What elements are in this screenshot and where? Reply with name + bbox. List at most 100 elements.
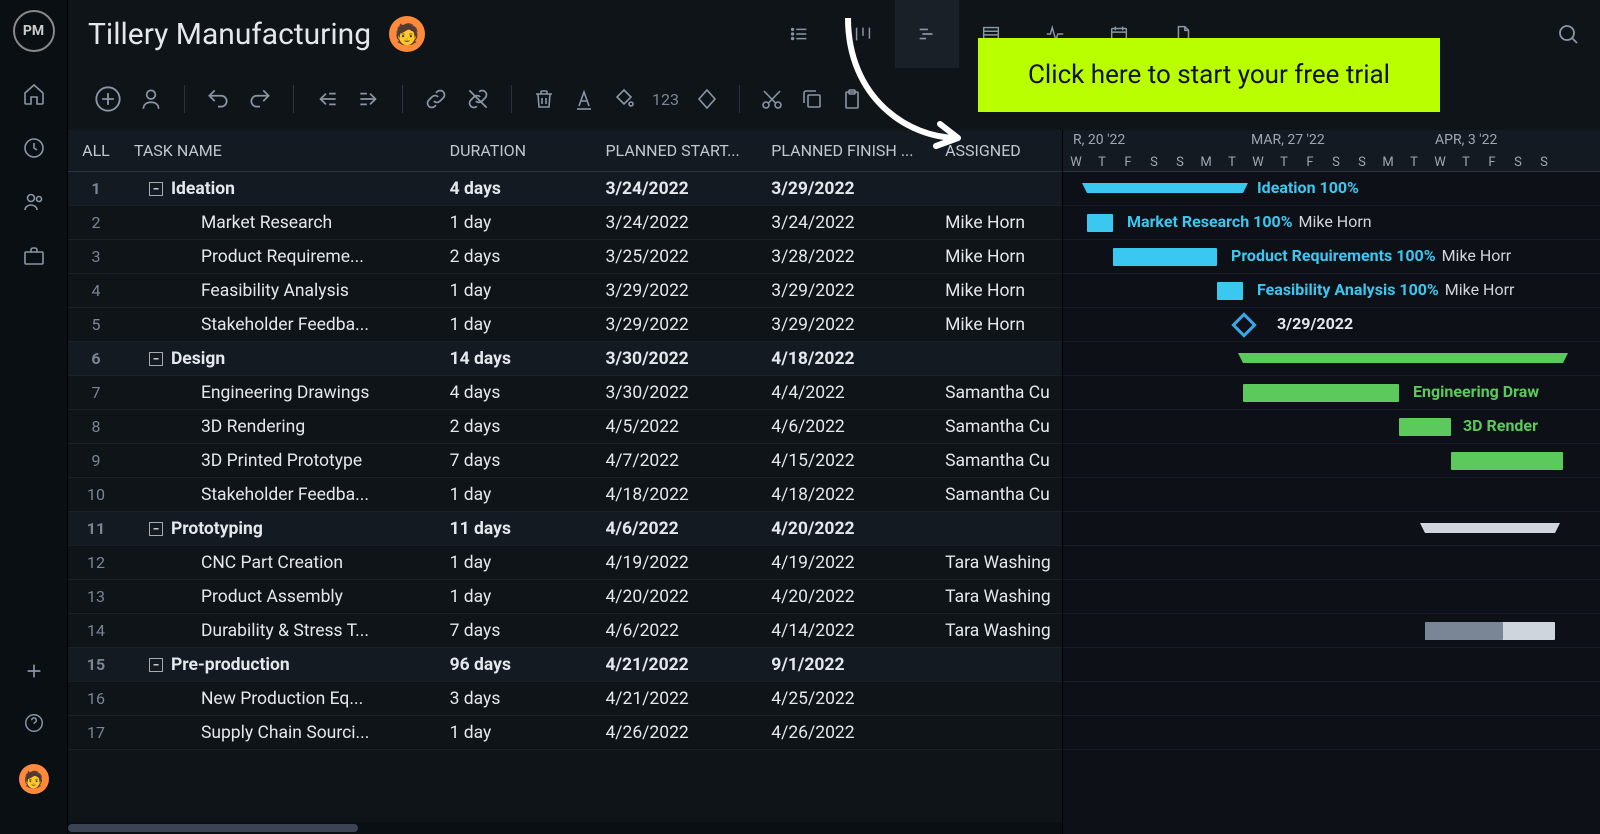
text-color-icon[interactable] (572, 87, 596, 111)
delete-icon[interactable] (532, 87, 556, 111)
table-row[interactable]: 7Engineering Drawings4 days3/30/20224/4/… (68, 376, 1062, 410)
collapse-toggle[interactable]: − (149, 182, 163, 196)
cell-finish: 9/1/2022 (771, 655, 945, 675)
add-icon[interactable] (23, 660, 45, 682)
gantt-timeline-header: R, 20 '22MAR, 27 '22APR, 3 '22 WTFSSMTWT… (1063, 130, 1600, 172)
redo-icon[interactable] (247, 86, 273, 112)
gantt-row[interactable]: 3D Render (1063, 410, 1600, 444)
col-all[interactable]: ALL (68, 141, 124, 160)
cell-start: 4/6/2022 (605, 621, 771, 641)
horizontal-scrollbar[interactable] (68, 822, 1062, 834)
col-planned-start[interactable]: PLANNED START... (605, 141, 771, 160)
fill-color-icon[interactable] (612, 87, 636, 111)
table-row[interactable]: 17Supply Chain Sourci...1 day4/26/20224/… (68, 716, 1062, 750)
gantt-task-bar[interactable] (1399, 418, 1451, 436)
clock-icon[interactable] (22, 136, 46, 160)
cell-assigned: Samantha Cu (945, 383, 1062, 403)
view-board-icon[interactable] (831, 0, 895, 68)
cut-icon[interactable] (760, 87, 784, 111)
assign-icon[interactable] (138, 86, 164, 112)
indent-icon[interactable] (356, 86, 382, 112)
table-row[interactable]: 15−Pre-production96 days4/21/20229/1/202… (68, 648, 1062, 682)
gantt-row[interactable] (1063, 716, 1600, 750)
gantt-row[interactable] (1063, 614, 1600, 648)
gantt-row[interactable]: Product Requirements 100%Mike Horr (1063, 240, 1600, 274)
gantt-row[interactable]: Ideation 100% (1063, 172, 1600, 206)
milestone-icon[interactable] (695, 87, 719, 111)
gantt-summary-bar[interactable] (1243, 353, 1563, 363)
gantt-row[interactable] (1063, 478, 1600, 512)
team-icon[interactable] (22, 190, 46, 214)
cell-duration: 11 days (450, 519, 606, 539)
collapse-toggle[interactable]: − (149, 522, 163, 536)
table-row[interactable]: 4Feasibility Analysis1 day3/29/20223/29/… (68, 274, 1062, 308)
table-row[interactable]: 5Stakeholder Feedba...1 day3/29/20223/29… (68, 308, 1062, 342)
col-task-name[interactable]: TASK NAME (124, 141, 450, 160)
table-row[interactable]: 6−Design14 days3/30/20224/18/2022 (68, 342, 1062, 376)
unlink-icon[interactable] (465, 86, 491, 112)
cell-assigned: Samantha Cu (945, 485, 1062, 505)
gantt-row[interactable] (1063, 512, 1600, 546)
collapse-toggle[interactable]: − (149, 658, 163, 672)
free-trial-cta[interactable]: Click here to start your free trial (978, 38, 1440, 112)
gantt-row[interactable] (1063, 342, 1600, 376)
gantt-bar-label: Engineering Draw (1413, 382, 1539, 401)
gantt-row[interactable] (1063, 682, 1600, 716)
gantt-row[interactable]: Market Research 100%Mike Horn (1063, 206, 1600, 240)
gantt-milestone[interactable] (1231, 312, 1256, 337)
search-icon[interactable] (1556, 22, 1580, 46)
gantt-row[interactable] (1063, 648, 1600, 682)
gantt-chart[interactable]: R, 20 '22MAR, 27 '22APR, 3 '22 WTFSSMTWT… (1063, 130, 1600, 834)
paste-icon[interactable] (840, 87, 864, 111)
table-row[interactable]: 2Market Research1 day3/24/20223/24/2022M… (68, 206, 1062, 240)
table-row[interactable]: 16New Production Eq...3 days4/21/20224/2… (68, 682, 1062, 716)
help-icon[interactable] (23, 712, 45, 734)
gantt-task-bar[interactable] (1243, 384, 1399, 402)
cell-start: 4/6/2022 (605, 519, 771, 539)
view-list-icon[interactable] (767, 0, 831, 68)
gantt-task-bar[interactable] (1087, 214, 1113, 232)
table-row[interactable]: 10Stakeholder Feedba...1 day4/18/20224/1… (68, 478, 1062, 512)
table-row[interactable]: 3Product Requireme...2 days3/25/20223/28… (68, 240, 1062, 274)
view-gantt-icon[interactable] (895, 0, 959, 68)
col-assigned[interactable]: ASSIGNED (945, 141, 1062, 160)
task-name: Design (171, 349, 225, 369)
gantt-task-bar[interactable] (1217, 282, 1243, 300)
row-number: 10 (68, 485, 124, 504)
gantt-bar-assignee: Mike Horr (1445, 280, 1515, 299)
gantt-summary-bar[interactable] (1425, 523, 1555, 533)
briefcase-icon[interactable] (22, 244, 46, 268)
col-planned-finish[interactable]: PLANNED FINISH ... (771, 141, 945, 160)
user-avatar-small[interactable]: 🧑 (19, 764, 49, 794)
task-name: Stakeholder Feedba... (201, 315, 369, 335)
gantt-row[interactable] (1063, 444, 1600, 478)
undo-icon[interactable] (205, 86, 231, 112)
gantt-row[interactable]: Feasibility Analysis 100%Mike Horr (1063, 274, 1600, 308)
gantt-row[interactable] (1063, 546, 1600, 580)
copy-icon[interactable] (800, 87, 824, 111)
link-icon[interactable] (423, 86, 449, 112)
gantt-row[interactable] (1063, 580, 1600, 614)
outdent-icon[interactable] (314, 86, 340, 112)
home-icon[interactable] (22, 82, 46, 106)
gantt-task-bar[interactable] (1113, 248, 1217, 266)
col-duration[interactable]: DURATION (450, 141, 606, 160)
gantt-bar-assignee: Mike Horn (1299, 212, 1372, 231)
table-row[interactable]: 83D Rendering2 days4/5/20224/6/2022Saman… (68, 410, 1062, 444)
gantt-summary-bar[interactable] (1087, 183, 1243, 193)
add-task-icon[interactable] (94, 85, 122, 113)
gantt-row[interactable]: 3/29/2022 (1063, 308, 1600, 342)
app-logo[interactable]: PM (13, 10, 55, 52)
table-row[interactable]: 11−Prototyping11 days4/6/20224/20/2022 (68, 512, 1062, 546)
gantt-task-bar[interactable] (1451, 452, 1563, 470)
project-avatar[interactable]: 🧑 (389, 16, 425, 52)
table-row[interactable]: 93D Printed Prototype7 days4/7/20224/15/… (68, 444, 1062, 478)
table-row[interactable]: 12CNC Part Creation1 day4/19/20224/19/20… (68, 546, 1062, 580)
gantt-row[interactable]: Engineering Draw (1063, 376, 1600, 410)
cell-assigned: Tara Washing (945, 587, 1062, 607)
table-row[interactable]: 14Durability & Stress T...7 days4/6/2022… (68, 614, 1062, 648)
table-row[interactable]: 1−Ideation4 days3/24/20223/29/2022 (68, 172, 1062, 206)
collapse-toggle[interactable]: − (149, 352, 163, 366)
task-name: Pre-production (171, 655, 290, 675)
table-row[interactable]: 13Product Assembly1 day4/20/20224/20/202… (68, 580, 1062, 614)
